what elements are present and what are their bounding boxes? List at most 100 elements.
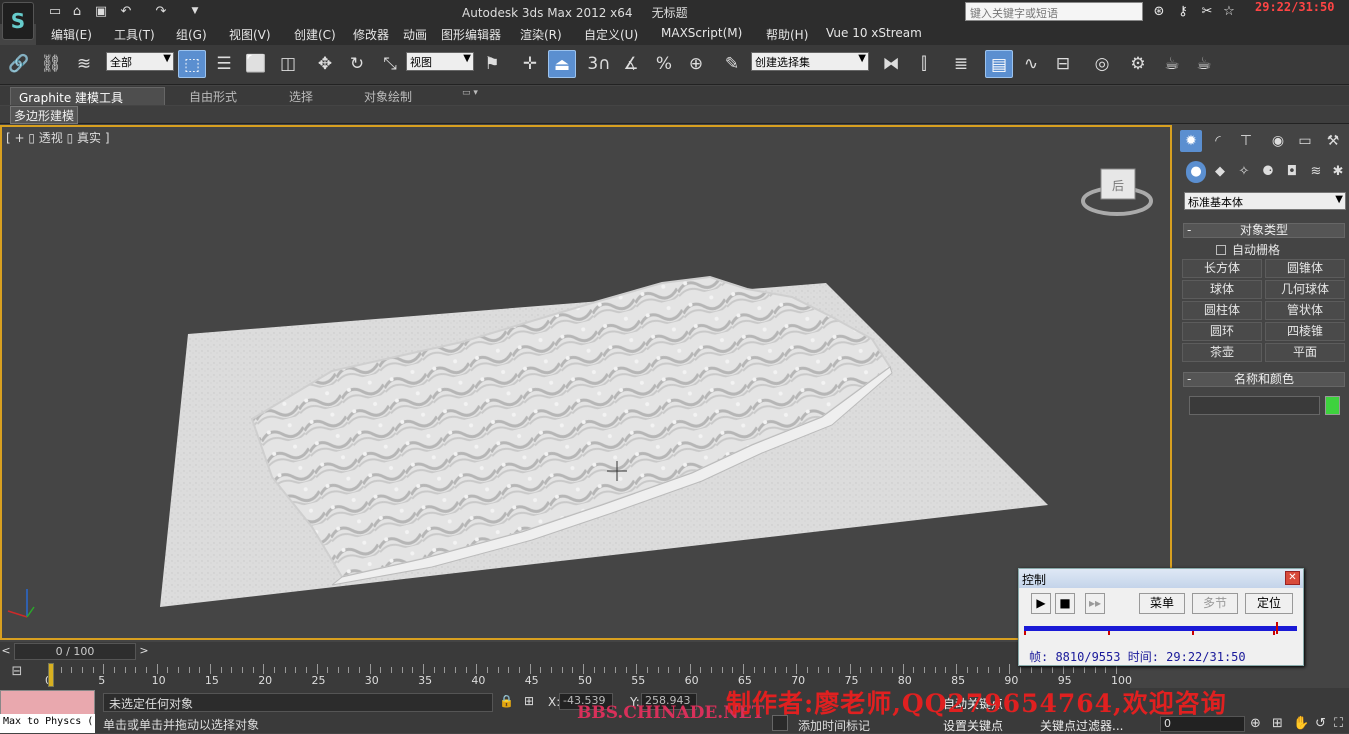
rollout-name-color[interactable]: - 名称和颜色 <box>1183 372 1345 387</box>
lights-icon[interactable]: ✧ <box>1234 161 1254 183</box>
display-tab-icon[interactable]: ▭ <box>1294 130 1316 152</box>
object-color-swatch[interactable] <box>1325 396 1340 415</box>
maxscript-output[interactable]: Max to Physcs ( <box>0 714 95 733</box>
menu-views[interactable]: 视图(V) <box>229 26 271 43</box>
schematic-view-icon[interactable]: ⊟ <box>1049 50 1077 78</box>
mirror-icon[interactable]: ⧓ <box>877 50 905 78</box>
window-crossing-icon[interactable]: ◫ <box>274 50 302 78</box>
render-setup-icon[interactable]: ⚙ <box>1124 50 1152 78</box>
new-file-icon[interactable]: ▭ <box>46 3 64 20</box>
motion-tab-icon[interactable]: ◉ <box>1267 130 1289 152</box>
save-file-icon[interactable]: ▣ <box>92 3 110 20</box>
control-window-title[interactable]: 控制 <box>1019 569 1303 588</box>
menu-create[interactable]: 创建(C) <box>294 26 336 43</box>
angle-snap-icon[interactable]: ∡ <box>617 50 645 78</box>
ribbon-options-icon[interactable]: ▭ ▾ <box>454 87 486 105</box>
cameras-icon[interactable]: ⚈ <box>1258 161 1278 183</box>
render-production-icon[interactable]: ☕ <box>1190 50 1218 78</box>
menu-animation[interactable]: 动画 <box>403 26 427 43</box>
helpers-icon[interactable]: ◘ <box>1282 161 1302 183</box>
menu-vue-xstream[interactable]: Vue 10 xStream <box>826 26 922 40</box>
menu-rendering[interactable]: 渲染(R) <box>520 26 562 43</box>
keyboard-shortcut-override-icon[interactable]: ⏏ <box>548 50 576 78</box>
autogrid-checkbox[interactable]: 自动栅格 <box>1216 241 1280 258</box>
search-input[interactable]: 键入关键字或短语 <box>965 2 1143 21</box>
binoculars-icon[interactable]: ⊛ <box>1150 3 1168 21</box>
menu-button[interactable]: 菜单 <box>1139 593 1185 614</box>
locate-button[interactable]: 定位 <box>1245 593 1293 614</box>
cone-button[interactable]: 圆锥体 <box>1265 259 1345 278</box>
menu-help[interactable]: 帮助(H) <box>766 26 808 43</box>
pivot-center-icon[interactable]: ⚑ <box>478 50 506 78</box>
progress-head[interactable] <box>1275 622 1278 634</box>
selection-filter-dropdown[interactable]: 全部 ▼ <box>106 52 174 71</box>
time-slider-thumb[interactable]: 0 / 100 <box>14 643 136 660</box>
named-selection-dropdown[interactable]: 创建选择集 ▼ <box>751 52 869 71</box>
multi-segment-button[interactable]: 多节 <box>1192 593 1238 614</box>
playback-progress-bar[interactable] <box>1024 626 1297 631</box>
next-frame-icon[interactable]: > <box>137 644 151 660</box>
cylinder-button[interactable]: 圆柱体 <box>1182 301 1262 320</box>
sphere-button[interactable]: 球体 <box>1182 280 1262 299</box>
menu-modifiers[interactable]: 修改器 <box>353 26 389 43</box>
menu-tools[interactable]: 工具(T) <box>114 26 155 43</box>
tab-selection[interactable]: 选择 <box>281 87 321 105</box>
tools-icon[interactable]: ✂ <box>1198 3 1216 21</box>
maximize-viewport-icon[interactable]: ⛶ <box>1334 716 1343 731</box>
percent-snap-icon[interactable]: % <box>650 50 678 78</box>
rotate-icon[interactable]: ↻ <box>343 50 371 78</box>
view-cube[interactable]: 后 <box>1081 168 1153 216</box>
box-button[interactable]: 长方体 <box>1182 259 1262 278</box>
primitive-category-dropdown[interactable]: 标准基本体 ▼ <box>1184 192 1346 210</box>
geosphere-button[interactable]: 几何球体 <box>1265 280 1345 299</box>
select-by-name-icon[interactable]: ☰ <box>210 50 238 78</box>
spacewarps-icon[interactable]: ≋ <box>1306 161 1326 183</box>
absolute-mode-icon[interactable]: ⊞ <box>524 694 534 708</box>
zoom-all-icon[interactable]: ⊞ <box>1272 716 1283 731</box>
create-tab-icon[interactable]: ✹ <box>1180 130 1202 152</box>
close-icon[interactable]: ✕ <box>1285 571 1300 585</box>
key-icon[interactable]: ⚷ <box>1174 3 1192 21</box>
tab-object-paint[interactable]: 对象绘制 <box>356 87 420 105</box>
app-menu-button[interactable]: S <box>2 2 34 40</box>
hierarchy-tab-icon[interactable]: ⊤ <box>1235 130 1257 152</box>
unlink-icon[interactable]: ⛓ <box>37 50 65 78</box>
undo-icon[interactable]: ↶ <box>117 3 135 20</box>
curve-editor-icon[interactable]: ∿ <box>1017 50 1045 78</box>
prev-frame-icon[interactable]: < <box>0 644 12 660</box>
stop-button[interactable]: ■ <box>1055 593 1075 614</box>
material-editor-icon[interactable]: ◎ <box>1088 50 1116 78</box>
pyramid-button[interactable]: 四棱锥 <box>1265 322 1345 341</box>
menu-graph-editors[interactable]: 图形编辑器 <box>441 26 501 43</box>
redo-icon[interactable]: ↷ <box>152 3 170 20</box>
zoom-icon[interactable]: ⊕ <box>1250 716 1261 731</box>
play-button[interactable]: ▶ <box>1031 593 1051 614</box>
ref-coord-dropdown[interactable]: 视图 ▼ <box>406 52 474 71</box>
next-button[interactable]: ▸▸ <box>1085 593 1105 614</box>
systems-icon[interactable]: ✱ <box>1328 161 1348 183</box>
menu-maxscript[interactable]: MAXScript(M) <box>661 26 742 40</box>
rendered-frame-icon[interactable]: ☕ <box>1158 50 1186 78</box>
bind-spacewarp-icon[interactable]: ≋ <box>70 50 98 78</box>
tab-freeform[interactable]: 自由形式 <box>181 87 245 105</box>
select-manipulate-icon[interactable]: ✛ <box>516 50 544 78</box>
perspective-viewport[interactable]: 后 [ + ▯ 透视 ▯ 真实 ] <box>0 125 1172 640</box>
curve-editor-mini-icon[interactable]: ⊟ <box>4 664 30 684</box>
plane-button[interactable]: 平面 <box>1265 343 1345 362</box>
align-icon[interactable]: ⫿ <box>910 50 938 78</box>
pan-icon[interactable]: ✋ <box>1293 716 1309 731</box>
snaps-toggle-icon[interactable]: 3∩ <box>585 50 613 78</box>
link-icon[interactable]: 🔗 <box>5 50 33 78</box>
rollout-object-type[interactable]: - 对象类型 <box>1183 223 1345 238</box>
rect-selection-icon[interactable]: ⬜ <box>242 50 270 78</box>
utilities-tab-icon[interactable]: ⚒ <box>1322 130 1344 152</box>
spinner-snap-icon[interactable]: ⊕ <box>682 50 710 78</box>
move-icon[interactable]: ✥ <box>311 50 339 78</box>
tab-graphite-modeling[interactable]: Graphite 建模工具 <box>10 87 165 105</box>
tube-button[interactable]: 管状体 <box>1265 301 1345 320</box>
current-frame-marker[interactable] <box>48 663 54 687</box>
layer-manager-icon[interactable]: ≣ <box>947 50 975 78</box>
menu-customize[interactable]: 自定义(U) <box>584 26 638 43</box>
menu-edit[interactable]: 编辑(E) <box>51 26 92 43</box>
edit-named-selection-icon[interactable]: ✎ <box>718 50 746 78</box>
